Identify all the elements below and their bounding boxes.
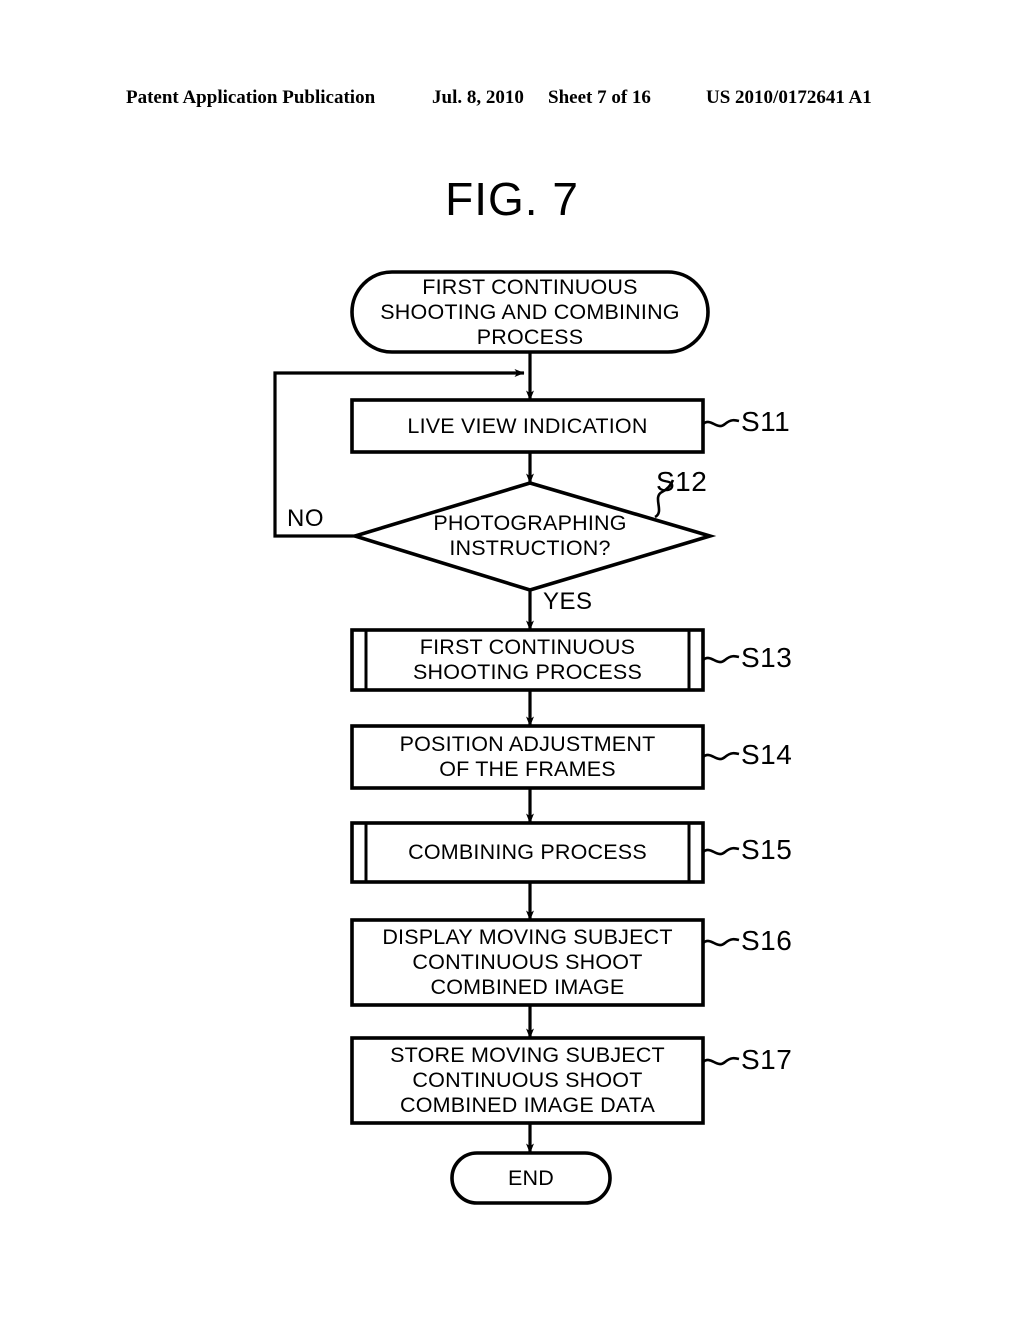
node-s13-label: FIRST CONTINUOUS SHOOTING PROCESS	[366, 630, 689, 690]
branch-label-yes: YES	[543, 588, 593, 616]
node-s17-label: STORE MOVING SUBJECT CONTINUOUS SHOOT CO…	[352, 1038, 703, 1123]
step-label-s15: S15	[741, 834, 792, 866]
leader-s13	[703, 656, 739, 662]
node-end-label: END	[452, 1153, 610, 1203]
node-s14-label: POSITION ADJUSTMENT OF THE FRAMES	[352, 726, 703, 788]
step-label-s11: S11	[741, 406, 790, 438]
branch-label-no: NO	[287, 505, 324, 533]
node-start-label: FIRST CONTINUOUS SHOOTING AND COMBINING …	[352, 272, 708, 352]
node-s16-label: DISPLAY MOVING SUBJECT CONTINUOUS SHOOT …	[352, 920, 703, 1005]
node-s12-label: PHOTOGRAPHING INSTRUCTION?	[380, 505, 680, 567]
leader-s14	[703, 753, 739, 759]
leader-s17	[703, 1058, 739, 1064]
leader-s16	[703, 939, 739, 945]
leader-s15	[703, 848, 739, 854]
patent-figure-page: Patent Application Publication Jul. 8, 2…	[0, 0, 1024, 1320]
node-s15-label: COMBINING PROCESS	[366, 823, 689, 882]
leader-s11	[703, 420, 739, 426]
step-label-s16: S16	[741, 925, 792, 957]
step-label-s17: S17	[741, 1044, 792, 1076]
step-label-s12: S12	[656, 466, 707, 498]
step-label-s13: S13	[741, 642, 792, 674]
step-label-s14: S14	[741, 739, 792, 771]
node-s11-label: LIVE VIEW INDICATION	[352, 400, 703, 452]
